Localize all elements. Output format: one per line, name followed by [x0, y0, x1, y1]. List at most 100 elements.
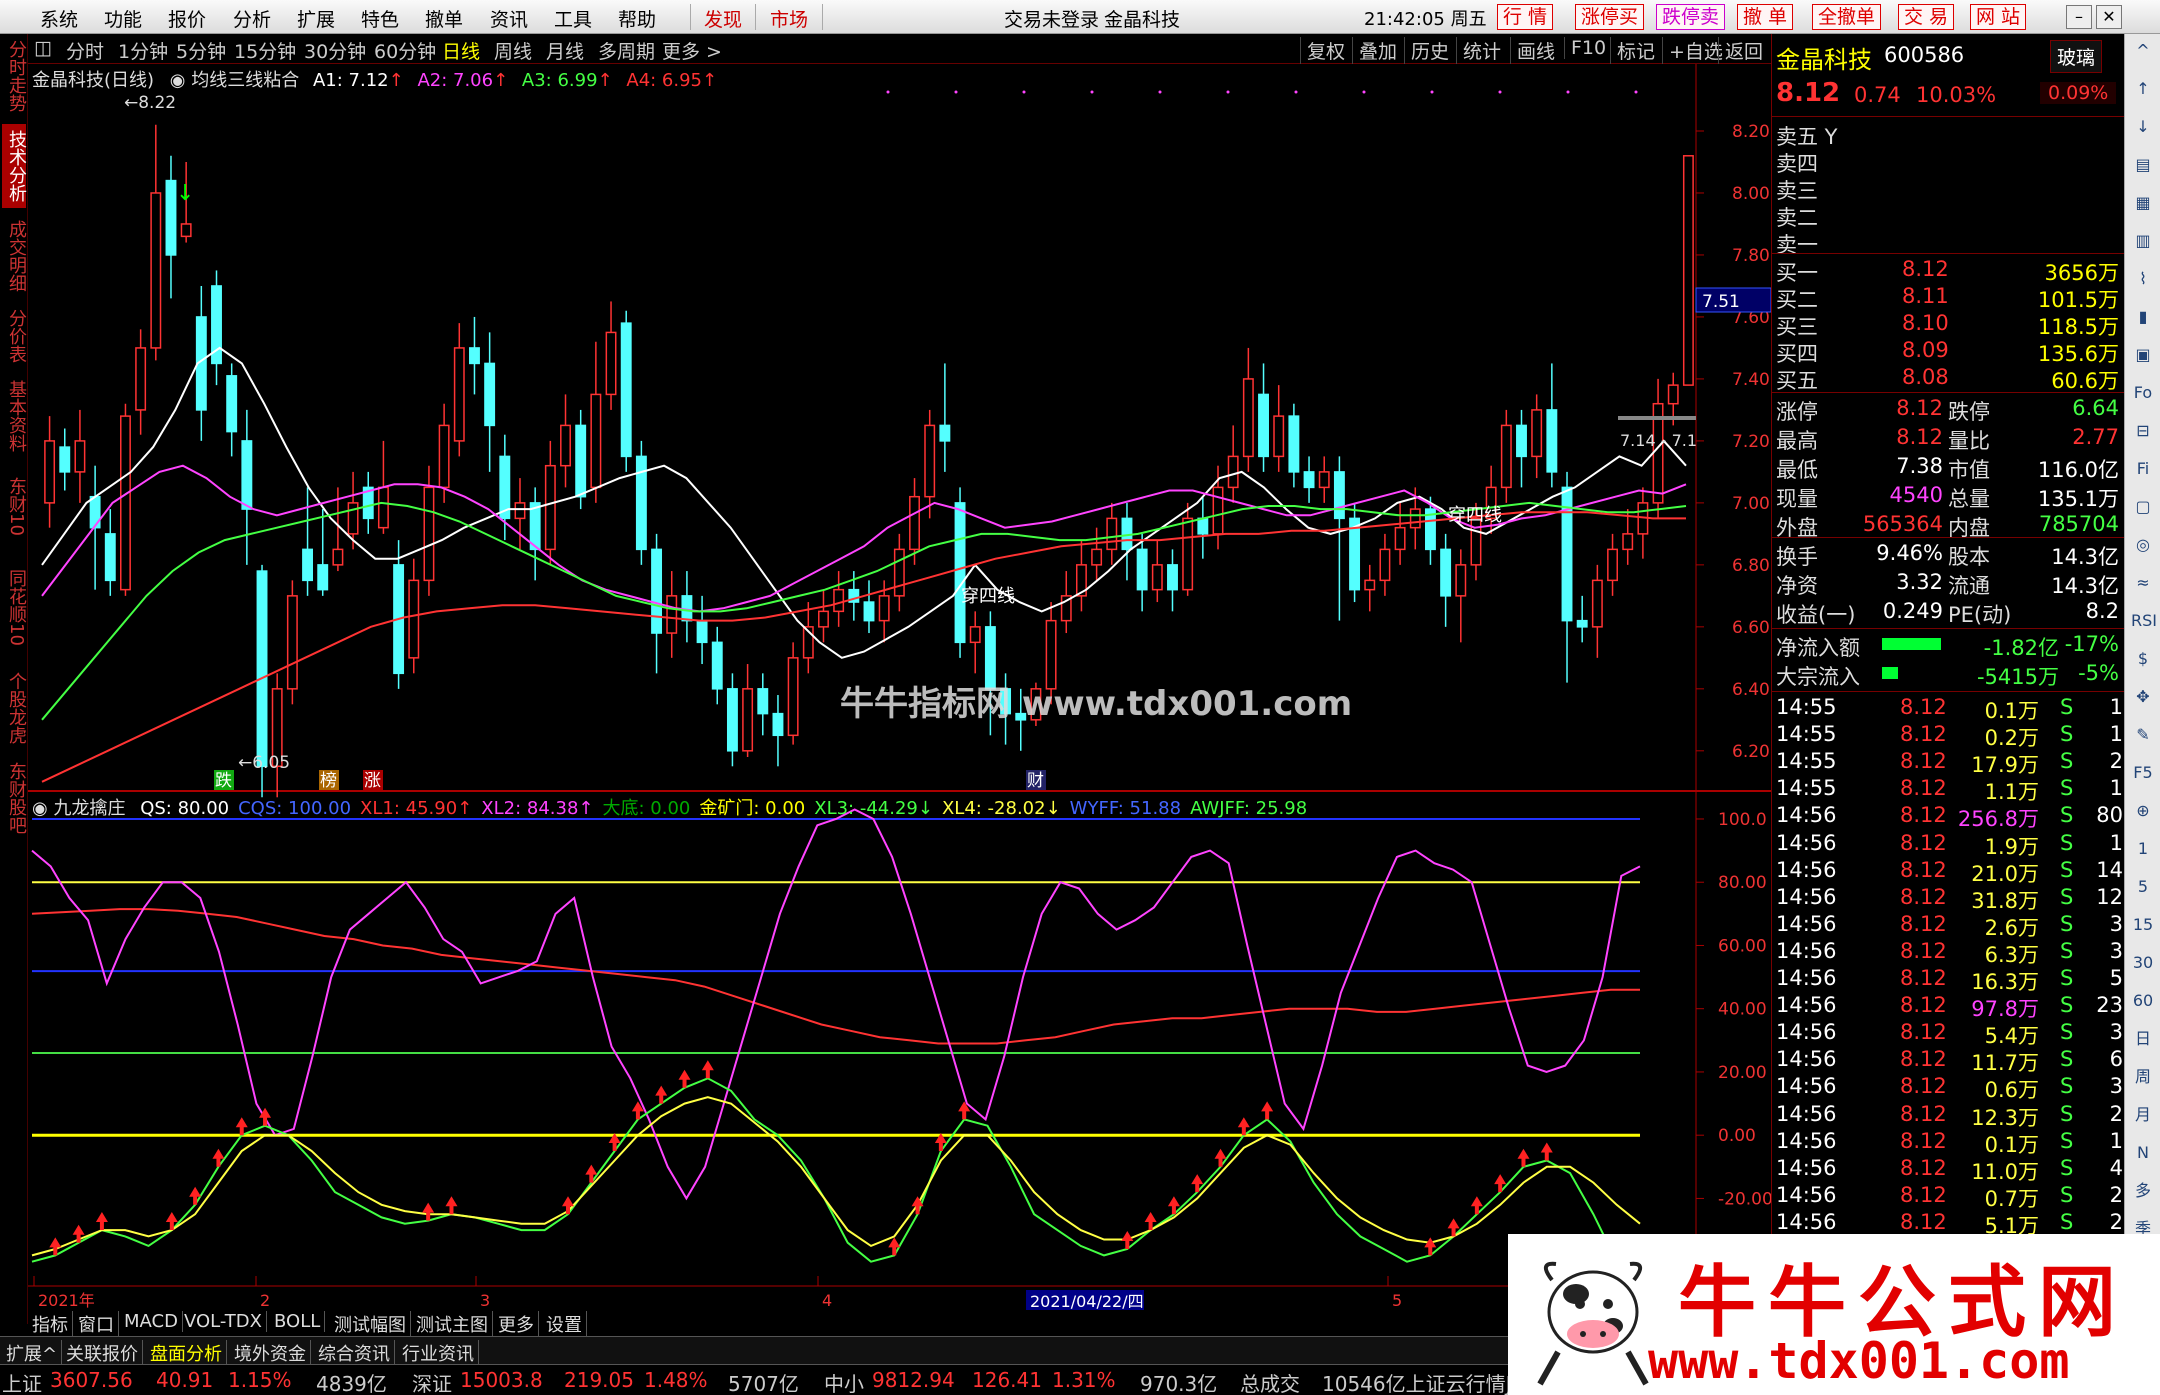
candle[interactable]: [529, 487, 541, 581]
btn-cancel-all[interactable]: 全撤单: [1812, 4, 1882, 30]
buy-row[interactable]: 买三 8.10 118.5万: [1772, 310, 2125, 339]
period-30min[interactable]: 30分钟: [304, 37, 366, 64]
toolbar-icon[interactable]: 5: [2131, 876, 2155, 898]
tick-row[interactable]: 14:56 8.12 11.7万 S 6: [1772, 1046, 2125, 1075]
candle[interactable]: [1106, 502, 1118, 565]
candle[interactable]: [1500, 409, 1512, 503]
candle[interactable]: [1455, 549, 1467, 643]
candle[interactable]: [1531, 394, 1543, 479]
ext-foreign-fund[interactable]: 境外资金: [230, 1340, 311, 1366]
candle[interactable]: [362, 471, 374, 534]
toolbar-icon[interactable]: 多: [2131, 1180, 2155, 1202]
candle[interactable]: [893, 533, 905, 612]
main-indicator-name[interactable]: 均线三线粘合: [191, 70, 299, 91]
candle[interactable]: [1273, 385, 1285, 472]
candle[interactable]: [302, 487, 314, 596]
toolbar-icon[interactable]: 日: [2131, 1028, 2155, 1050]
period-weekly[interactable]: 周线: [494, 37, 532, 64]
candle[interactable]: [1288, 403, 1300, 488]
candle[interactable]: [787, 642, 799, 745]
tool-draw[interactable]: 画线: [1510, 37, 1555, 64]
candle[interactable]: [135, 329, 147, 435]
industry-tag[interactable]: 玻璃: [2050, 40, 2103, 73]
toolbar-icon[interactable]: F5: [2131, 762, 2155, 784]
candle[interactable]: [620, 310, 632, 472]
candle[interactable]: [818, 589, 829, 643]
candle[interactable]: [757, 673, 769, 736]
menu-analysis[interactable]: 分析: [233, 5, 271, 32]
tool-add-favorite[interactable]: +自选: [1662, 37, 1723, 64]
menu-extend[interactable]: 扩展: [297, 5, 335, 32]
candle[interactable]: [1607, 533, 1618, 596]
tab-ths-10[interactable]: 同花顺10: [2, 554, 27, 660]
tool-back[interactable]: 返回: [1718, 37, 1763, 64]
period-5min[interactable]: 5分钟: [176, 37, 226, 64]
toolbar-icon[interactable]: Fi: [2131, 458, 2155, 480]
tab-vol[interactable]: VOL-TDX: [180, 1311, 267, 1332]
candle[interactable]: [863, 580, 875, 634]
indicator-settings-icon[interactable]: ◉: [170, 70, 186, 91]
sell-row[interactable]: 卖三: [1772, 174, 2125, 203]
toolbar-icon[interactable]: ▥: [2131, 230, 2155, 252]
buy-row[interactable]: 买四 8.09 135.6万: [1772, 337, 2125, 366]
candle[interactable]: [1303, 456, 1315, 503]
menu-cancel[interactable]: 撤单: [425, 5, 463, 32]
tab-profile[interactable]: 基本资料: [2, 374, 27, 458]
candle[interactable]: [1091, 527, 1103, 581]
menu-feature[interactable]: 特色: [361, 5, 399, 32]
toolbar-icon[interactable]: $: [2131, 648, 2155, 670]
tab-trades[interactable]: 成交明细: [2, 214, 27, 298]
toolbar-icon[interactable]: ✎: [2131, 724, 2155, 746]
candle[interactable]: [1576, 595, 1588, 643]
candle[interactable]: [742, 664, 754, 758]
toolbar-icon[interactable]: Fo: [2131, 382, 2155, 404]
toolbar-icon[interactable]: N: [2131, 1142, 2155, 1164]
tab-guba[interactable]: 东财股吧: [2, 756, 27, 840]
tab-technical[interactable]: 技术分析: [2, 124, 27, 208]
buy-row[interactable]: 买五 8.08 60.6万: [1772, 364, 2125, 393]
candle[interactable]: [1318, 456, 1330, 503]
candle[interactable]: [393, 540, 405, 689]
minimize-icon[interactable]: –: [2066, 5, 2092, 29]
candle[interactable]: [1591, 564, 1603, 658]
tab-dragon-tiger[interactable]: 个股龙虎: [2, 666, 27, 750]
candle[interactable]: [969, 611, 981, 674]
toolbar-icon[interactable]: 15: [2131, 914, 2155, 936]
candle[interactable]: [1258, 363, 1269, 472]
candle[interactable]: [1075, 540, 1087, 612]
candle[interactable]: [317, 509, 329, 596]
candle[interactable]: [1516, 409, 1527, 488]
tick-row[interactable]: 14:56 8.12 21.0万 S 14: [1772, 857, 2125, 886]
candle[interactable]: [560, 394, 571, 488]
tick-row[interactable]: 14:56 8.12 2.6万 S 3: [1772, 911, 2125, 940]
toolbar-icon[interactable]: ⌇: [2131, 268, 2155, 290]
candle[interactable]: [1242, 347, 1254, 472]
candle[interactable]: [1440, 533, 1452, 627]
toolbar-icon[interactable]: RSI: [2131, 610, 2157, 632]
candle[interactable]: [635, 440, 647, 565]
candle[interactable]: [1394, 502, 1406, 565]
candle[interactable]: [1682, 155, 1694, 386]
btn-quote[interactable]: 行 情: [1497, 4, 1554, 30]
candle[interactable]: [590, 341, 602, 503]
btn-cancel-order[interactable]: 撤 单: [1737, 4, 1794, 30]
tick-row[interactable]: 14:55 8.12 0.1万 S 1: [1772, 694, 2125, 723]
candle[interactable]: [1167, 549, 1178, 612]
tick-row[interactable]: 14:56 8.12 12.3万 S 2: [1772, 1101, 2125, 1130]
toolbar-icon[interactable]: ▮: [2131, 306, 2155, 328]
candle[interactable]: [681, 571, 693, 643]
sell-row[interactable]: 卖二: [1772, 201, 2125, 230]
menu-function[interactable]: 功能: [104, 5, 142, 32]
candle[interactable]: [286, 580, 298, 705]
candle[interactable]: [165, 155, 177, 299]
candle[interactable]: [104, 509, 116, 596]
candle[interactable]: [939, 363, 951, 472]
sell-row[interactable]: 卖一: [1772, 228, 2125, 257]
period-60min[interactable]: 60分钟: [374, 37, 436, 64]
buy-row[interactable]: 买一 8.12 3656万: [1772, 256, 2125, 285]
candle[interactable]: [120, 403, 131, 596]
candle[interactable]: [1622, 509, 1634, 565]
toolbar-icon[interactable]: ≈: [2131, 572, 2155, 594]
btn-trade[interactable]: 交 易: [1898, 4, 1955, 30]
candle[interactable]: [772, 695, 784, 767]
